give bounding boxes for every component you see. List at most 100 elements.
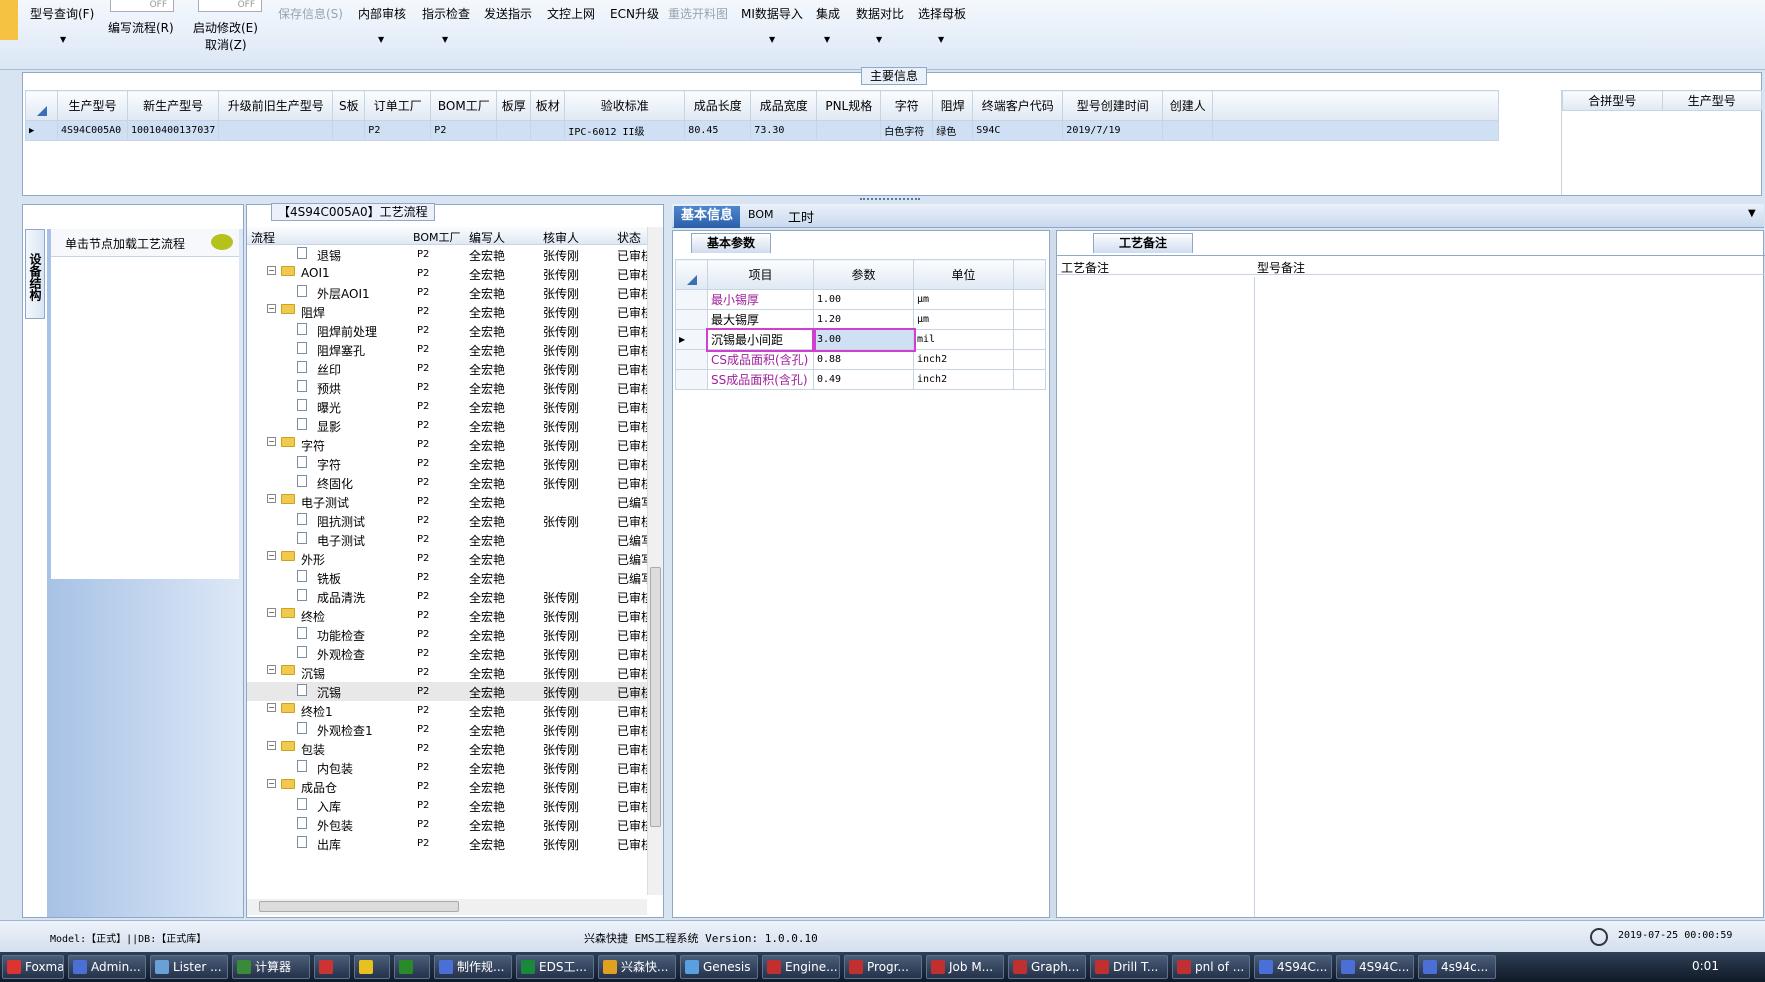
process-row[interactable]: 预烘 P2 全宏艳 张传刚 已审核: [247, 378, 647, 397]
col-merge-model[interactable]: 合拼型号: [1562, 90, 1663, 111]
param-unit[interactable]: inch2: [913, 349, 1014, 370]
main-cell[interactable]: [218, 120, 334, 141]
param-item[interactable]: 沉锡最小间距: [705, 327, 816, 352]
main-col-1[interactable]: 新生产型号: [126, 90, 220, 121]
process-note-textarea[interactable]: [1057, 277, 1255, 917]
param-row[interactable]: CS成品面积(含孔) 0.88 inch2: [675, 349, 1046, 370]
vertical-scrollbar[interactable]: [647, 227, 663, 895]
main-cell[interactable]: 绿色: [932, 120, 974, 141]
process-row[interactable]: − 沉锡 P2 全宏艳 张传刚 已审核: [247, 663, 647, 682]
collapse-icon[interactable]: −: [267, 741, 276, 750]
process-row[interactable]: 曝光 P2 全宏艳 张传刚 已审核: [247, 397, 647, 416]
taskbar-item[interactable]: 4s94c...: [1418, 955, 1496, 979]
param-unit[interactable]: inch2: [913, 369, 1014, 390]
param-value[interactable]: 1.00: [813, 289, 914, 310]
process-row[interactable]: 阻抗测试 P2 全宏艳 张传刚 已审核: [247, 511, 647, 530]
param-value[interactable]: 0.49: [813, 369, 914, 390]
col-unit[interactable]: 单位: [913, 259, 1014, 290]
tab-basic-params[interactable]: 基本参数: [691, 233, 771, 253]
reselect-material-button[interactable]: 重选开料图: [668, 5, 728, 22]
main-cell[interactable]: P2: [430, 120, 498, 141]
main-col-5[interactable]: BOM工厂: [430, 90, 498, 121]
param-unit[interactable]: μm: [913, 289, 1014, 310]
tab-basic-info[interactable]: 基本信息: [674, 206, 740, 228]
param-row[interactable]: 最大锡厚 1.20 μm: [675, 309, 1046, 330]
main-col-12[interactable]: 字符: [880, 90, 934, 121]
collapse-icon[interactable]: −: [267, 304, 276, 313]
main-cell[interactable]: [530, 120, 566, 141]
param-value[interactable]: 3.00: [811, 327, 916, 352]
dropdown-arrow-icon[interactable]: ▼: [1748, 208, 1756, 219]
h-scrollbar-thumb[interactable]: [259, 901, 459, 912]
process-row[interactable]: − 阻焊 P2 全宏艳 张传刚 已审核: [247, 302, 647, 321]
param-item[interactable]: 最大锡厚: [707, 309, 814, 330]
process-row[interactable]: − 终检1 P2 全宏艳 张传刚 已审核: [247, 701, 647, 720]
collapse-icon[interactable]: −: [267, 779, 276, 788]
process-row[interactable]: 阻焊塞孔 P2 全宏艳 张传刚 已审核: [247, 340, 647, 359]
param-value[interactable]: 1.20: [813, 309, 914, 330]
taskbar-item[interactable]: Lister ...: [150, 955, 228, 979]
process-row[interactable]: − 电子测试 P2 全宏艳 已编写: [247, 492, 647, 511]
dropdown-arrow-icon[interactable]: ▼: [769, 35, 775, 44]
save-info-button[interactable]: 保存信息(S): [278, 5, 343, 22]
taskbar-item[interactable]: Drill T...: [1090, 955, 1168, 979]
process-row[interactable]: 阻焊前处理 P2 全宏艳 张传刚 已审核: [247, 321, 647, 340]
splitter-handle[interactable]: [860, 198, 920, 202]
collapse-icon[interactable]: −: [267, 665, 276, 674]
param-unit[interactable]: μm: [913, 309, 1014, 330]
process-row[interactable]: 外观检查1 P2 全宏艳 张传刚 已审核: [247, 720, 647, 739]
main-cell[interactable]: [496, 120, 532, 141]
taskbar-item[interactable]: [394, 955, 430, 979]
cancel-button[interactable]: 取消(Z): [205, 36, 247, 53]
doc-upload-button[interactable]: 文控上网: [547, 5, 595, 22]
process-row[interactable]: 字符 P2 全宏艳 张传刚 已审核: [247, 454, 647, 473]
taskbar-item[interactable]: [354, 955, 390, 979]
process-row[interactable]: 显影 P2 全宏艳 张传刚 已审核: [247, 416, 647, 435]
main-col-11[interactable]: PNL规格: [816, 90, 882, 121]
col-status[interactable]: 状态: [617, 229, 641, 246]
collapse-icon[interactable]: −: [267, 437, 276, 446]
main-cell[interactable]: 4S94C005A0: [57, 120, 128, 141]
main-cell[interactable]: 10010400137037: [126, 120, 220, 141]
process-row[interactable]: 成品清洗 P2 全宏艳 张传刚 已审核: [247, 587, 647, 606]
main-col-13[interactable]: 阻焊: [932, 90, 974, 121]
tab-process-remarks[interactable]: 工艺备注: [1093, 233, 1193, 253]
main-col-14[interactable]: 终端客户代码: [972, 90, 1064, 121]
mi-import-button[interactable]: MI数据导入 ▼: [741, 5, 803, 44]
process-row[interactable]: 外包装 P2 全宏艳 张传刚 已审核: [247, 815, 647, 834]
instruction-check-button[interactable]: 指示检查 ▼: [422, 5, 470, 44]
process-row[interactable]: 终固化 P2 全宏艳 张传刚 已审核: [247, 473, 647, 492]
col-bom-factory[interactable]: BOM工厂: [413, 229, 461, 245]
process-row[interactable]: 电子测试 P2 全宏艳 已编写: [247, 530, 647, 549]
process-row[interactable]: 退锡 P2 全宏艳 张传刚 已审核: [247, 245, 647, 264]
col-flow[interactable]: 流程: [251, 229, 275, 246]
process-row[interactable]: − 包装 P2 全宏艳 张传刚 已审核: [247, 739, 647, 758]
param-item[interactable]: SS成品面积(含孔): [707, 369, 814, 390]
process-row[interactable]: 入库 P2 全宏艳 张传刚 已审核: [247, 796, 647, 815]
select-master-button[interactable]: 选择母板 ▼: [918, 5, 966, 44]
process-row[interactable]: − 字符 P2 全宏艳 张传刚 已审核: [247, 435, 647, 454]
main-cell[interactable]: IPC-6012 II级: [564, 120, 686, 141]
dropdown-arrow-icon[interactable]: ▼: [442, 35, 448, 44]
dropdown-arrow-icon[interactable]: ▼: [824, 35, 830, 44]
model-query-button[interactable]: 型号查询(F) ▼: [30, 5, 94, 44]
collapse-icon[interactable]: −: [267, 703, 276, 712]
taskbar-item[interactable]: 4S94C...: [1254, 955, 1332, 979]
col-value[interactable]: 参数: [813, 259, 914, 290]
collapse-icon[interactable]: −: [267, 266, 276, 275]
process-row[interactable]: − 外形 P2 全宏艳 已编写: [247, 549, 647, 568]
main-col-4[interactable]: 订单工厂: [364, 90, 432, 121]
main-col-9[interactable]: 成品长度: [684, 90, 752, 121]
speech-bubble-icon[interactable]: [211, 234, 233, 250]
taskbar-item[interactable]: Engine...: [762, 955, 840, 979]
scrollbar-thumb[interactable]: [650, 567, 661, 827]
dropdown-arrow-icon[interactable]: ▼: [938, 35, 944, 44]
process-row[interactable]: 出库 P2 全宏艳 张传刚 已审核: [247, 834, 647, 853]
param-unit[interactable]: mil: [913, 329, 1014, 350]
process-row[interactable]: − 终检 P2 全宏艳 张传刚 已审核: [247, 606, 647, 625]
edit-flow-button[interactable]: 编写流程(R): [108, 19, 174, 36]
taskbar-item[interactable]: Admin...: [68, 955, 146, 979]
main-cell[interactable]: [816, 120, 882, 141]
main-col-6[interactable]: 板厚: [496, 90, 532, 121]
process-row[interactable]: 铣板 P2 全宏艳 已编写: [247, 568, 647, 587]
